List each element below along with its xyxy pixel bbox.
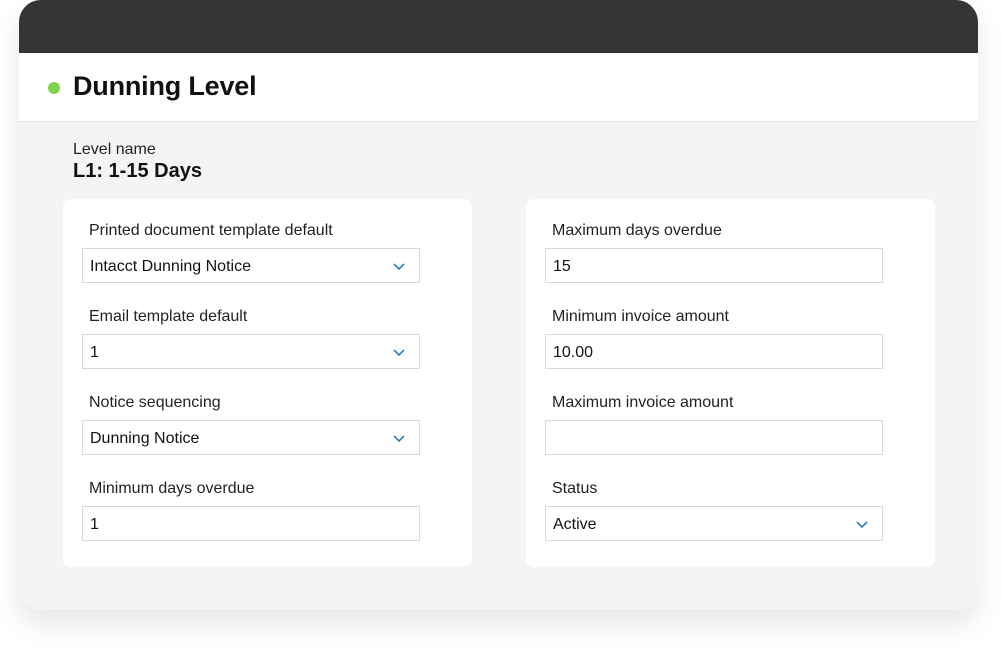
- notice-sequencing-label: Notice sequencing: [89, 394, 221, 411]
- status-select[interactable]: Active: [545, 506, 883, 541]
- chevron-down-icon: [393, 435, 405, 443]
- chevron-down-icon: [393, 263, 405, 271]
- min-days-overdue-input[interactable]: 1: [82, 506, 420, 541]
- level-name-label: Level name: [73, 141, 156, 158]
- min-invoice-amount-value: 10.00: [553, 344, 594, 361]
- printed-template-value: Intacct Dunning Notice: [90, 258, 251, 275]
- email-template-value: 1: [90, 344, 99, 361]
- max-invoice-amount-label: Maximum invoice amount: [552, 394, 734, 411]
- max-days-overdue-label: Maximum days overdue: [552, 222, 722, 239]
- status-label: Status: [552, 480, 598, 497]
- left-settings-card: Printed document template default Intacc…: [63, 199, 472, 567]
- max-days-overdue-value: 15: [553, 258, 571, 275]
- status-value: Active: [553, 516, 597, 533]
- window-top-bar: [19, 0, 978, 53]
- notice-sequencing-select[interactable]: Dunning Notice: [82, 420, 420, 455]
- email-template-label: Email template default: [89, 308, 248, 325]
- page-title: Dunning Level: [73, 71, 257, 101]
- min-invoice-amount-input[interactable]: 10.00: [545, 334, 883, 369]
- level-name-value: L1: 1-15 Days: [73, 160, 202, 182]
- email-template-select[interactable]: 1: [82, 334, 420, 369]
- max-invoice-amount-input[interactable]: [545, 420, 883, 455]
- status-dot-icon: [48, 82, 60, 94]
- min-days-overdue-label: Minimum days overdue: [89, 480, 255, 497]
- page-header: Dunning Level: [19, 53, 978, 122]
- notice-sequencing-value: Dunning Notice: [90, 430, 200, 447]
- printed-template-select[interactable]: Intacct Dunning Notice: [82, 248, 420, 283]
- min-invoice-amount-label: Minimum invoice amount: [552, 308, 729, 325]
- chevron-down-icon: [393, 349, 405, 357]
- max-days-overdue-input[interactable]: 15: [545, 248, 883, 283]
- right-settings-card: Maximum days overdue 15 Minimum invoice …: [526, 199, 935, 567]
- dunning-level-window: Dunning Level Level name L1: 1-15 Days P…: [19, 0, 978, 610]
- chevron-down-icon: [856, 521, 868, 529]
- min-days-overdue-value: 1: [90, 516, 99, 533]
- printed-template-label: Printed document template default: [89, 222, 333, 239]
